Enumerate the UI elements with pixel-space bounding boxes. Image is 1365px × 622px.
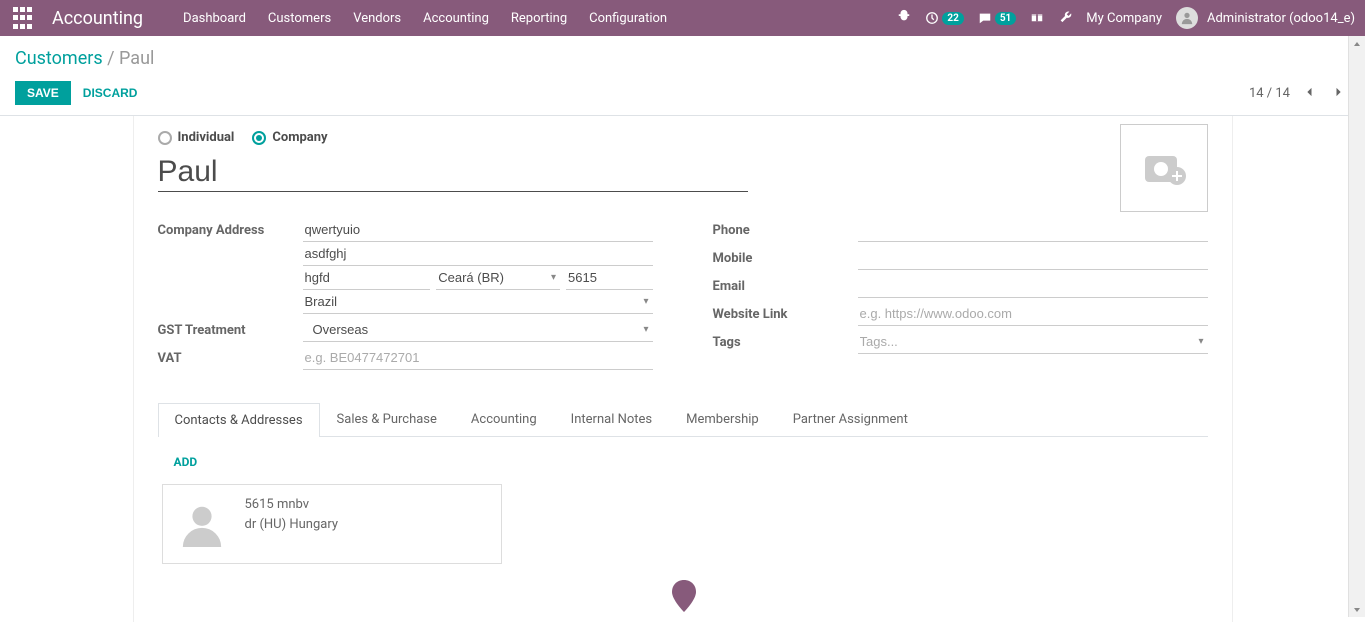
pager-next[interactable] [1328, 82, 1350, 105]
street2-input[interactable] [303, 242, 653, 266]
user-label: Administrator (odoo14_e) [1207, 11, 1355, 26]
tags-input[interactable] [858, 330, 1208, 354]
tab-partner[interactable]: Partner Assignment [776, 402, 925, 436]
label-email: Email [713, 274, 858, 294]
map-pin-icon[interactable] [672, 580, 696, 612]
tab-content: ADD 5615 mnbv dr (HU) Hungary [158, 437, 1208, 582]
radio-individual[interactable]: Individual [158, 130, 235, 145]
nav-accounting[interactable]: Accounting [423, 11, 489, 26]
image-upload[interactable] [1120, 124, 1208, 212]
tab-contacts[interactable]: Contacts & Addresses [158, 403, 320, 437]
label-tags: Tags [713, 330, 858, 350]
user-menu[interactable]: Administrator (odoo14_e) [1176, 7, 1355, 29]
scroll-down-icon[interactable] [1349, 600, 1365, 617]
pager-text[interactable]: 14 / 14 [1249, 86, 1290, 101]
vat-input[interactable] [303, 346, 653, 370]
save-button[interactable]: SAVE [15, 81, 71, 105]
company-type-radio: Individual Company [158, 126, 1208, 145]
tab-sales[interactable]: Sales & Purchase [320, 402, 454, 436]
person-icon [173, 495, 231, 553]
company-switcher[interactable]: My Company [1086, 11, 1162, 26]
breadcrumb: Customers / Paul [0, 36, 1365, 75]
nav-vendors[interactable]: Vendors [353, 11, 401, 26]
label-gst: GST Treatment [158, 318, 303, 338]
chevron-down-icon: ▾ [1198, 336, 1203, 347]
label-website: Website Link [713, 302, 858, 322]
contact-card[interactable]: 5615 mnbv dr (HU) Hungary [162, 484, 502, 564]
breadcrumb-root[interactable]: Customers [15, 48, 103, 69]
radio-company[interactable]: Company [252, 130, 327, 145]
name-input[interactable] [158, 153, 748, 192]
zip-input[interactable] [566, 266, 653, 290]
activity-count: 22 [942, 12, 963, 25]
state-select[interactable] [436, 266, 560, 290]
gst-select[interactable] [303, 318, 653, 342]
add-contact-button[interactable]: ADD [174, 455, 198, 469]
avatar-icon [1176, 7, 1198, 29]
control-panel: SAVE DISCARD 14 / 14 [0, 75, 1365, 116]
scroll-up-icon[interactable] [1349, 36, 1365, 53]
nav-dashboard[interactable]: Dashboard [183, 11, 246, 26]
email-input[interactable] [858, 274, 1208, 298]
nav-menu: Dashboard Customers Vendors Accounting R… [183, 11, 667, 26]
contact-line1: 5615 mnbv [245, 495, 339, 515]
chevron-down-icon: ▾ [551, 272, 556, 283]
nav-customers[interactable]: Customers [268, 11, 331, 26]
messages-count: 51 [995, 12, 1016, 25]
messages-badge[interactable]: 51 [978, 11, 1016, 25]
chevron-down-icon: ▾ [643, 324, 648, 335]
discard-button[interactable]: DISCARD [83, 86, 138, 100]
city-input[interactable] [303, 266, 431, 290]
pager: 14 / 14 [1249, 82, 1350, 105]
country-select[interactable] [303, 290, 653, 314]
phone-input[interactable] [858, 218, 1208, 242]
chevron-down-icon: ▾ [643, 296, 648, 307]
website-input[interactable] [858, 302, 1208, 326]
label-mobile: Mobile [713, 246, 858, 266]
nav-configuration[interactable]: Configuration [589, 11, 667, 26]
wrench-icon[interactable] [1058, 9, 1072, 27]
label-vat: VAT [158, 346, 303, 366]
contact-line2: dr (HU) Hungary [245, 515, 339, 535]
pager-prev[interactable] [1298, 82, 1320, 105]
activity-badge[interactable]: 22 [925, 11, 963, 25]
vertical-scrollbar[interactable] [1348, 36, 1365, 617]
brand-label[interactable]: Accounting [52, 8, 143, 29]
nav-reporting[interactable]: Reporting [511, 11, 567, 26]
gift-icon[interactable] [1030, 9, 1044, 27]
label-company-address: Company Address [158, 218, 303, 238]
tab-membership[interactable]: Membership [669, 402, 776, 436]
top-nav: Accounting Dashboard Customers Vendors A… [0, 0, 1365, 36]
tab-accounting[interactable]: Accounting [454, 402, 554, 436]
bug-icon[interactable] [897, 9, 911, 27]
tab-notes[interactable]: Internal Notes [554, 402, 669, 436]
breadcrumb-current: Paul [119, 48, 154, 69]
street-input[interactable] [303, 218, 653, 242]
label-phone: Phone [713, 218, 858, 238]
systray: 22 51 My Company Administrator (odoo14_e… [897, 7, 1355, 29]
notebook-tabs: Contacts & Addresses Sales & Purchase Ac… [158, 402, 1208, 437]
form-sheet: Individual Company Company Address ▾ ▾ [133, 116, 1233, 622]
mobile-input[interactable] [858, 246, 1208, 270]
apps-icon[interactable] [10, 6, 34, 30]
